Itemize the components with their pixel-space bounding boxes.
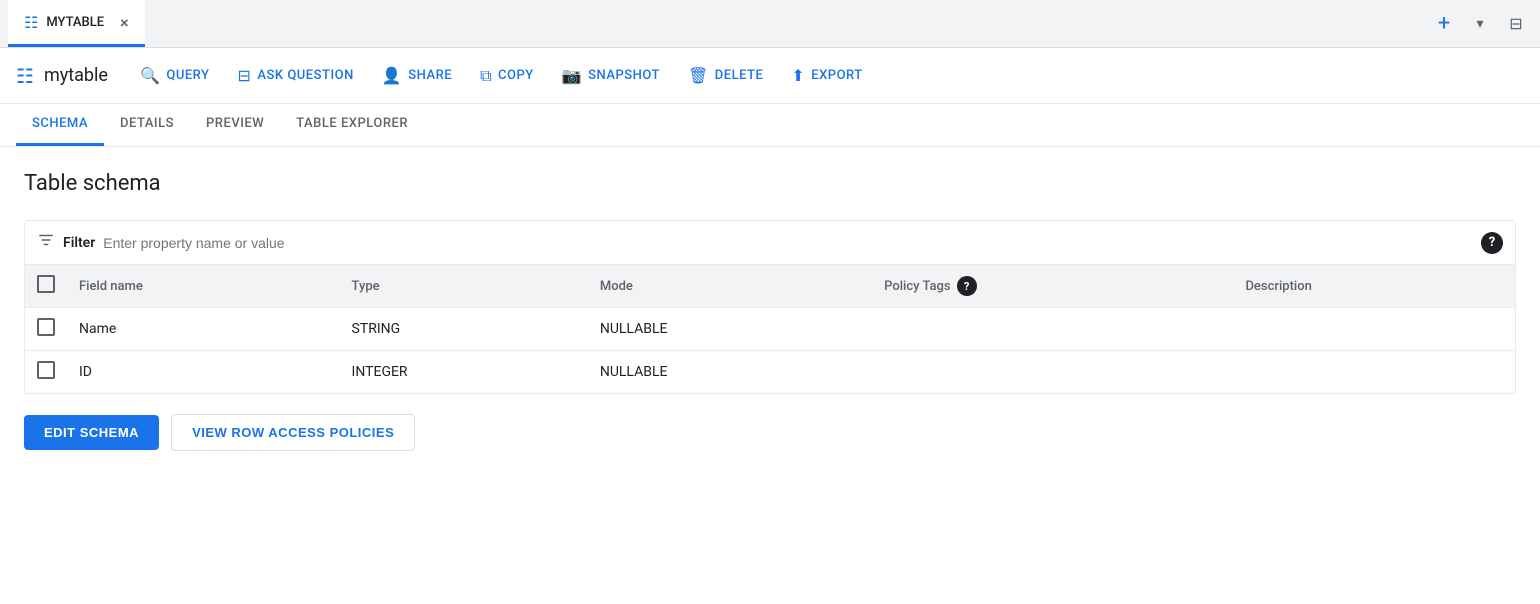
filter-bar: Filter ? — [24, 220, 1516, 265]
delete-icon: 🗑 — [688, 66, 709, 85]
row2-type: INTEGER — [340, 351, 588, 394]
tab-actions: + ▾ ⊟ — [1428, 8, 1532, 40]
query-label: QUERY — [166, 68, 209, 83]
tab-bar: ☷ MYTABLE × + ▾ ⊟ — [0, 0, 1540, 48]
toolbar-table-name: mytable — [44, 65, 108, 86]
tab-dropdown-button[interactable]: ▾ — [1464, 8, 1496, 40]
export-label: EXPORT — [811, 68, 862, 83]
header-checkbox[interactable] — [37, 275, 55, 293]
row2-policy-tags — [872, 351, 1233, 394]
table-row: ID INTEGER NULLABLE — [25, 351, 1516, 394]
bottom-actions: EDIT SCHEMA VIEW ROW ACCESS POLICIES — [24, 414, 1516, 451]
query-button[interactable]: 🔍 QUERY — [128, 60, 222, 91]
snapshot-icon: 📷 — [562, 66, 582, 85]
filter-help-icon[interactable]: ? — [1481, 232, 1503, 254]
copy-label: COPY — [498, 68, 534, 83]
header-description: Description — [1233, 265, 1515, 308]
header-checkbox-cell — [25, 265, 68, 308]
filter-label: Filter — [63, 235, 95, 251]
header-field-name: Field name — [67, 265, 340, 308]
tab-mytable[interactable]: ☷ MYTABLE × — [8, 0, 145, 47]
row1-mode: NULLABLE — [588, 308, 872, 351]
sub-tabs: SCHEMA DETAILS PREVIEW TABLE EXPLORER — [0, 104, 1540, 147]
row1-type: STRING — [340, 308, 588, 351]
header-type: Type — [340, 265, 588, 308]
row2-mode: NULLABLE — [588, 351, 872, 394]
snapshot-label: SNAPSHOT — [588, 68, 660, 83]
tab-grid-button[interactable]: ⊟ — [1500, 8, 1532, 40]
table-header-row: Field name Type Mode Policy Tags ? Descr… — [25, 265, 1516, 308]
export-icon: ⬆ — [791, 66, 805, 85]
row1-checkbox[interactable] — [37, 318, 55, 336]
delete-button[interactable]: 🗑 DELETE — [676, 60, 775, 91]
main-content: Table schema Filter ? Field name Type Mo… — [0, 147, 1540, 475]
policy-tags-help-icon[interactable]: ? — [957, 276, 977, 296]
share-button[interactable]: 👤 SHARE — [370, 60, 464, 91]
export-button[interactable]: ⬆ EXPORT — [779, 60, 874, 91]
tab-schema[interactable]: SCHEMA — [16, 104, 104, 146]
row2-field-name: ID — [67, 351, 340, 394]
copy-button[interactable]: ⧉ COPY — [468, 60, 546, 92]
header-policy-tags: Policy Tags ? — [872, 265, 1233, 308]
delete-label: DELETE — [715, 68, 764, 83]
add-tab-button[interactable]: + — [1428, 8, 1460, 40]
row2-description — [1233, 351, 1515, 394]
tab-label: MYTABLE — [46, 15, 104, 30]
toolbar: ☷ mytable 🔍 QUERY ⊟ ASK QUESTION 👤 SHARE… — [0, 48, 1540, 104]
toolbar-table-icon: ☷ — [16, 64, 34, 88]
filter-input[interactable] — [103, 235, 1473, 251]
table-row: Name STRING NULLABLE — [25, 308, 1516, 351]
tab-details[interactable]: DETAILS — [104, 104, 190, 146]
row1-policy-tags — [872, 308, 1233, 351]
filter-icon — [37, 231, 55, 254]
query-icon: 🔍 — [140, 66, 160, 85]
schema-table: Field name Type Mode Policy Tags ? Descr… — [24, 265, 1516, 394]
row1-checkbox-cell — [25, 308, 68, 351]
share-label: SHARE — [408, 68, 452, 83]
page-title: Table schema — [24, 171, 1516, 196]
edit-schema-button[interactable]: EDIT SCHEMA — [24, 415, 159, 450]
tab-close-button[interactable]: × — [120, 13, 129, 32]
row1-field-name: Name — [67, 308, 340, 351]
header-mode: Mode — [588, 265, 872, 308]
tab-table-explorer[interactable]: TABLE EXPLORER — [280, 104, 424, 146]
ask-question-icon: ⊟ — [238, 66, 252, 85]
view-row-access-button[interactable]: VIEW ROW ACCESS POLICIES — [171, 414, 415, 451]
ask-question-label: ASK QUESTION — [257, 68, 353, 83]
table-icon: ☷ — [24, 13, 38, 32]
tab-preview[interactable]: PREVIEW — [190, 104, 280, 146]
row2-checkbox[interactable] — [37, 361, 55, 379]
row1-description — [1233, 308, 1515, 351]
share-icon: 👤 — [382, 66, 402, 85]
row2-checkbox-cell — [25, 351, 68, 394]
toolbar-title: ☷ mytable — [16, 64, 108, 88]
ask-question-button[interactable]: ⊟ ASK QUESTION — [226, 60, 366, 91]
copy-icon: ⧉ — [480, 66, 492, 86]
snapshot-button[interactable]: 📷 SNAPSHOT — [550, 60, 672, 91]
